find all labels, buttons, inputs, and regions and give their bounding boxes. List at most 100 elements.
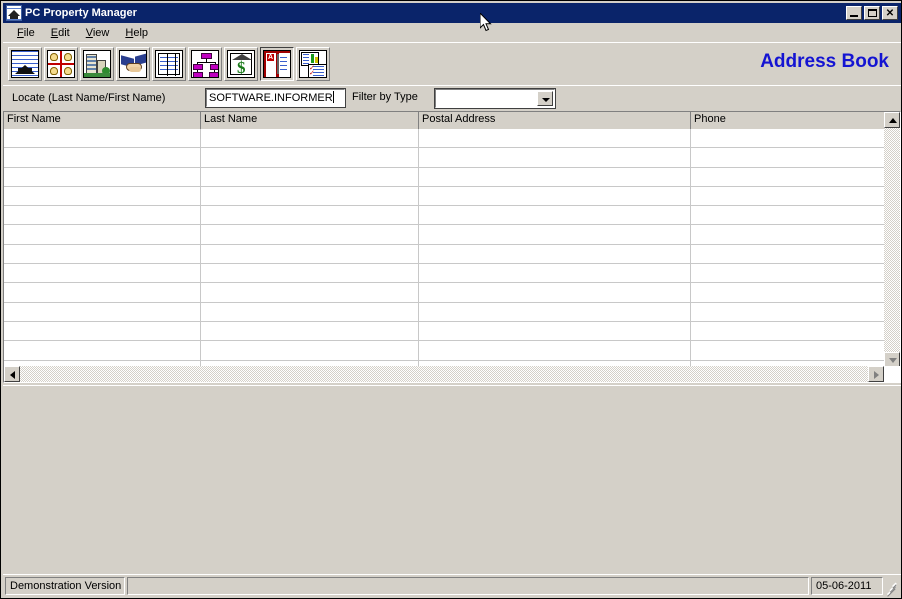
table-cell[interactable]: [201, 321, 419, 341]
toolbar-button-tenants[interactable]: [44, 46, 78, 81]
table-cell[interactable]: [419, 148, 691, 167]
table-cell[interactable]: [691, 148, 886, 167]
table-cell[interactable]: [201, 206, 419, 225]
vertical-scroll-track[interactable]: [884, 128, 900, 352]
table-row[interactable]: [4, 264, 900, 284]
table-row[interactable]: [4, 129, 900, 149]
scroll-up-button[interactable]: [884, 112, 900, 128]
table-cell[interactable]: [419, 225, 691, 244]
toolbar-button-ledger[interactable]: [152, 46, 186, 81]
locate-input[interactable]: SOFTWARE.INFORMER: [205, 88, 346, 108]
table-row[interactable]: [4, 186, 900, 207]
table-cell[interactable]: [691, 206, 886, 225]
mouse-cursor: [480, 13, 492, 32]
table-row[interactable]: [4, 206, 900, 226]
table-cell[interactable]: [201, 186, 419, 206]
table-cell[interactable]: [419, 264, 691, 283]
status-date: 05-06-2011: [811, 576, 883, 595]
table-row[interactable]: [4, 341, 900, 361]
table-cell[interactable]: [4, 244, 201, 264]
table-cell[interactable]: [691, 264, 886, 283]
table-cell[interactable]: [419, 302, 691, 321]
table-cell[interactable]: [419, 283, 691, 302]
maximize-button[interactable]: [864, 6, 880, 20]
toolbar-button-properties[interactable]: [8, 46, 42, 81]
toolbar-button-reports[interactable]: ✓ ✓: [296, 46, 330, 81]
table-cell[interactable]: [419, 341, 691, 360]
toolbar-button-finances[interactable]: $: [224, 46, 258, 81]
table-cell[interactable]: [201, 283, 419, 302]
table-cell[interactable]: [201, 302, 419, 321]
table-cell[interactable]: [691, 283, 886, 302]
menu-item-view[interactable]: View: [78, 26, 118, 40]
table-cell[interactable]: [201, 167, 419, 186]
table-cell[interactable]: [419, 186, 691, 206]
table-cell[interactable]: [4, 264, 201, 283]
table-cell[interactable]: [4, 186, 201, 206]
table-row[interactable]: [4, 148, 900, 168]
grid-column-header-postal-address[interactable]: Postal Address: [419, 112, 691, 129]
table-cell[interactable]: [4, 341, 201, 360]
grid-column-header-last-name[interactable]: Last Name: [201, 112, 419, 129]
toolbar-button-structure[interactable]: [188, 46, 222, 81]
toolbar-button-leases[interactable]: [116, 46, 150, 81]
grid-column-header-phone[interactable]: Phone: [691, 112, 886, 129]
resize-grip-icon[interactable]: [885, 580, 899, 597]
grid-horizontal-scrollbar[interactable]: [4, 366, 900, 382]
table-cell[interactable]: [419, 129, 691, 148]
table-row[interactable]: [4, 283, 900, 303]
minimize-button[interactable]: [846, 6, 862, 20]
grid-vertical-scrollbar[interactable]: [884, 112, 900, 368]
menu-item-file[interactable]: File: [9, 26, 43, 40]
application-window: PC Property Manager ✕ File Edit View Hel…: [0, 0, 902, 599]
chevron-down-icon[interactable]: [537, 91, 553, 106]
reports-icon: ✓ ✓: [299, 49, 327, 78]
table-row[interactable]: [4, 302, 900, 322]
grid-column-header-first-name[interactable]: First Name: [4, 112, 201, 129]
filter-by-type-combo[interactable]: [434, 88, 556, 109]
table-cell[interactable]: [419, 167, 691, 186]
table-cell[interactable]: [4, 167, 201, 186]
table-row[interactable]: [4, 244, 900, 265]
table-cell[interactable]: [691, 129, 886, 148]
table-cell[interactable]: [4, 302, 201, 321]
table-cell[interactable]: [419, 321, 691, 341]
toolbar-button-buildings[interactable]: [80, 46, 114, 81]
table-cell[interactable]: [201, 225, 419, 244]
table-cell[interactable]: [4, 225, 201, 244]
table-cell[interactable]: [419, 244, 691, 264]
page-title: Address Book: [760, 51, 889, 72]
scroll-right-button[interactable]: [868, 366, 884, 382]
title-bar: PC Property Manager ✕: [3, 3, 901, 23]
scroll-left-button[interactable]: [4, 366, 20, 382]
filter-by-type-label: Filter by Type: [352, 91, 418, 103]
table-row[interactable]: [4, 225, 900, 245]
table-cell[interactable]: [691, 321, 886, 341]
table-row[interactable]: [4, 321, 900, 342]
table-cell[interactable]: [4, 206, 201, 225]
table-cell[interactable]: [691, 167, 886, 186]
table-cell[interactable]: [691, 186, 886, 206]
table-cell[interactable]: [691, 341, 886, 360]
grid-body[interactable]: [4, 129, 900, 368]
table-row[interactable]: [4, 167, 900, 187]
table-cell[interactable]: [201, 129, 419, 148]
table-cell[interactable]: [691, 225, 886, 244]
menu-item-edit[interactable]: Edit: [43, 26, 78, 40]
toolbar-button-address-book[interactable]: A: [260, 46, 294, 81]
table-cell[interactable]: [419, 206, 691, 225]
contacts-grid[interactable]: First Name Last Name Postal Address Phon…: [3, 111, 901, 383]
table-cell[interactable]: [691, 244, 886, 264]
table-cell[interactable]: [201, 148, 419, 167]
table-cell[interactable]: [201, 264, 419, 283]
table-cell[interactable]: [4, 148, 201, 167]
table-cell[interactable]: [201, 341, 419, 360]
close-button[interactable]: ✕: [882, 6, 898, 20]
table-cell[interactable]: [4, 283, 201, 302]
table-cell[interactable]: [4, 129, 201, 148]
menu-item-help[interactable]: Help: [117, 26, 156, 40]
table-cell[interactable]: [691, 302, 886, 321]
locate-label: Locate (Last Name/First Name): [12, 91, 166, 104]
table-cell[interactable]: [4, 321, 201, 341]
table-cell[interactable]: [201, 244, 419, 264]
